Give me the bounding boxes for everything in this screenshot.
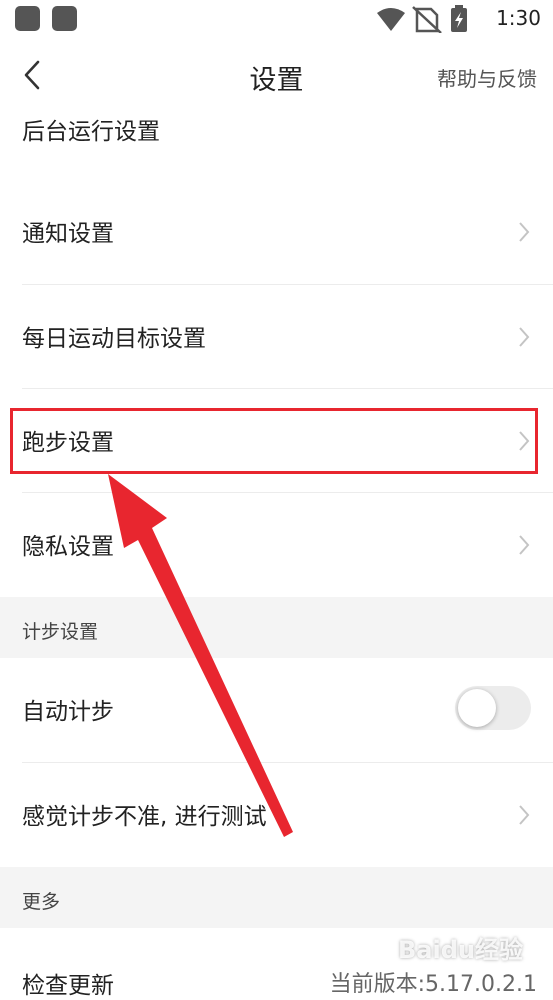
status-bar: 1:30 — [0, 0, 553, 38]
section-header-step: 计步设置 — [0, 597, 553, 658]
status-time: 1:30 — [496, 6, 541, 30]
help-feedback-link[interactable]: 帮助与反馈 — [437, 63, 537, 92]
settings-row-step-test[interactable]: 感觉计步不准, 进行测试 — [0, 763, 553, 867]
chevron-right-icon — [519, 222, 530, 242]
section-label: 更多 — [22, 891, 61, 913]
settings-row-privacy[interactable]: 隐私设置 — [0, 493, 553, 597]
row-label: 后台运行设置 — [22, 119, 160, 145]
settings-row-auto-step: 自动计步 — [0, 658, 553, 762]
settings-row-notification[interactable]: 通知设置 — [0, 180, 553, 284]
row-label: 每日运动目标设置 — [22, 326, 206, 352]
toggle-knob — [458, 689, 496, 727]
auto-step-toggle[interactable] — [455, 686, 531, 730]
notification-icon — [15, 6, 40, 31]
row-label: 自动计步 — [22, 699, 114, 725]
row-label: 跑步设置 — [22, 430, 114, 456]
settings-row-daily-goal[interactable]: 每日运动目标设置 — [0, 285, 553, 389]
version-label: 当前版本:5.17.0.2.1 — [329, 972, 537, 997]
row-label: 检查更新 — [22, 973, 114, 999]
chevron-right-icon — [519, 535, 530, 555]
settings-row-running[interactable]: 跑步设置 — [0, 389, 553, 493]
settings-row-background-run[interactable]: 后台运行设置 — [0, 94, 553, 180]
row-label: 感觉计步不准, 进行测试 — [22, 804, 267, 830]
section-header-more: 更多 — [0, 867, 553, 928]
chevron-right-icon — [519, 805, 530, 825]
section-label: 计步设置 — [22, 621, 99, 643]
no-sim-icon — [412, 6, 442, 33]
chevron-left-icon — [24, 60, 40, 90]
battery-charging-icon — [451, 5, 467, 32]
row-label: 隐私设置 — [22, 534, 114, 560]
baidu-watermark: Baidu经验 — [398, 936, 523, 964]
row-label: 通知设置 — [22, 221, 114, 247]
wifi-icon — [377, 8, 405, 31]
back-button[interactable] — [14, 56, 52, 94]
chevron-right-icon — [519, 327, 530, 347]
notification-icon — [52, 6, 77, 31]
status-icons — [377, 5, 467, 33]
chevron-right-icon — [519, 431, 530, 451]
